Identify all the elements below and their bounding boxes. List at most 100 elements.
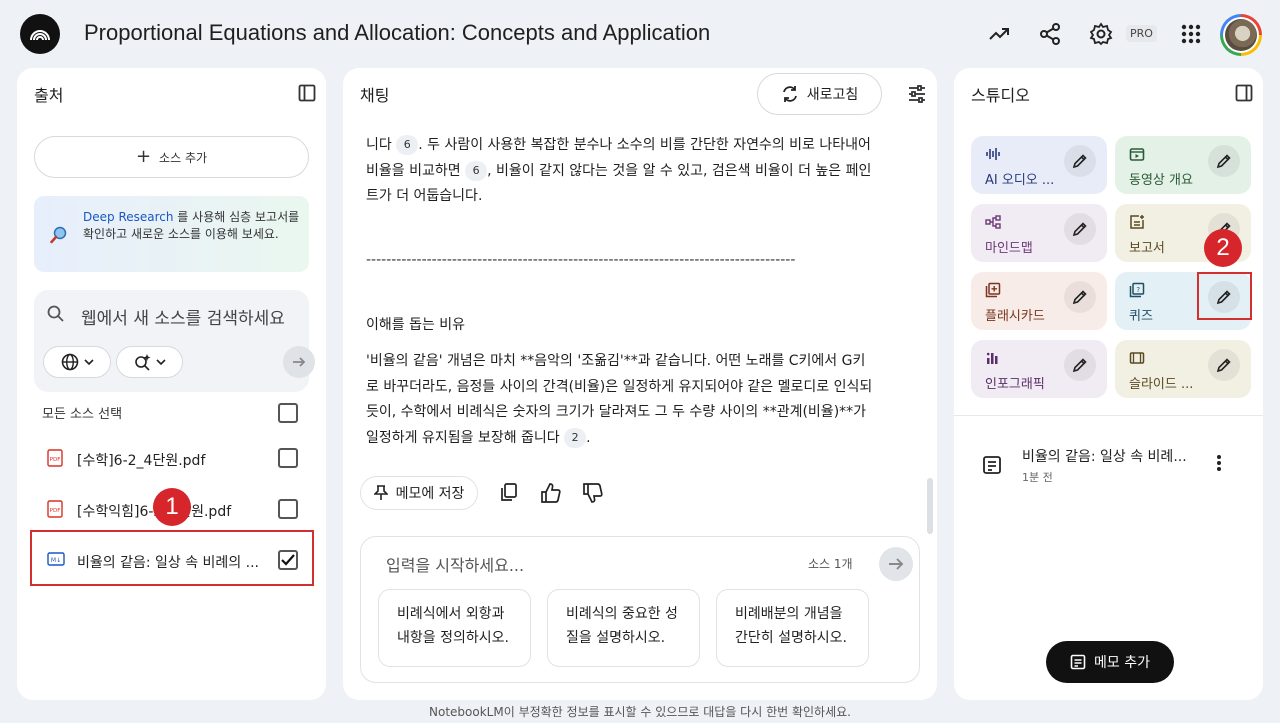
edit-pencil-icon[interactable]: [1208, 349, 1240, 381]
studio-tile-label: AI 오디오 ...: [985, 173, 1055, 188]
svg-text:PDF: PDF: [50, 508, 61, 514]
svg-text:?: ?: [1136, 286, 1140, 294]
add-memo-button[interactable]: 메모 추가: [1046, 641, 1174, 683]
copy-icon[interactable]: [499, 482, 519, 502]
sparkle-search-icon: [135, 354, 151, 371]
studio-tile-label: 슬라이드 ...: [1129, 377, 1194, 392]
account-avatar[interactable]: [1220, 14, 1262, 56]
chat-input-area: 입력을 시작하세요... 소스 1개 비례식에서 외항과 내항을 정의하시오. …: [360, 536, 920, 683]
sources-panel-title: 출처: [34, 86, 64, 105]
notebook-title[interactable]: Proportional Equations and Allocation: C…: [84, 20, 710, 46]
studio-tile-video[interactable]: 동영상 개요: [1115, 136, 1251, 194]
arrow-right-icon: [293, 357, 306, 367]
add-source-label: 소스 추가: [159, 150, 208, 165]
edit-pencil-icon[interactable]: [1064, 349, 1096, 381]
studio-panel-title: 스튜디오: [971, 86, 1030, 105]
send-button[interactable]: [879, 547, 913, 581]
note-add-icon: [1070, 654, 1086, 670]
chat-input[interactable]: 입력을 시작하세요...: [386, 552, 524, 576]
studio-tile-mindmap[interactable]: 마인드맵: [971, 204, 1107, 262]
studio-tile-label: 동영상 개요: [1129, 173, 1193, 188]
plus-icon: +: [135, 146, 152, 167]
tune-settings-icon[interactable]: [907, 84, 927, 104]
pdf-file-icon: PDF: [47, 500, 63, 518]
note-icon: [983, 456, 1001, 474]
more-options-icon[interactable]: [1216, 454, 1222, 472]
citation-chip[interactable]: 6: [465, 160, 488, 181]
suggested-question[interactable]: 비례배분의 개념을 간단히 설명하시오.: [716, 589, 869, 667]
report-icon: [1129, 214, 1145, 234]
studio-tile-audio-waveform[interactable]: AI 오디오 ...: [971, 136, 1107, 194]
quiz-icon: ?: [1129, 282, 1145, 302]
pdf-file-icon: PDF: [47, 449, 63, 467]
web-source-dropdown[interactable]: [43, 346, 111, 378]
studio-tile-label: 보고서: [1129, 241, 1165, 256]
sources-panel: 출처 + 소스 추가 Deep Research 를 사용해 심층 보고서를 확…: [17, 68, 326, 700]
disclaimer-footer: NotebookLM이 부정확한 정보를 표시할 수 있으므로 대답을 다시 한…: [429, 705, 851, 719]
share-icon[interactable]: [1036, 20, 1064, 48]
search-submit-button[interactable]: [283, 346, 315, 378]
app-header: Proportional Equations and Allocation: C…: [0, 0, 1280, 68]
saved-note-item[interactable]: 비율의 같음: 일상 속 비례... 1분 전: [976, 438, 1246, 488]
edit-pencil-icon[interactable]: [1064, 213, 1096, 245]
video-icon: [1129, 146, 1145, 166]
chat-response-paragraph: '비율의 같음' 개념은 마치 **음악의 '조옮김'**과 같습니다. 어떤 …: [366, 353, 873, 448]
refresh-button[interactable]: 새로고침: [757, 73, 882, 115]
source-item[interactable]: PDF [수학]6-2_4단원.pdf: [17, 438, 326, 478]
edit-pencil-icon[interactable]: [1064, 145, 1096, 177]
apps-grid-icon[interactable]: [1177, 20, 1205, 48]
source-checkbox[interactable]: [278, 448, 298, 468]
globe-icon: [61, 353, 78, 371]
pro-badge: PRO: [1126, 25, 1157, 42]
deep-research-banner[interactable]: Deep Research 를 사용해 심층 보고서를 확인하고 새로운 소스를…: [34, 196, 309, 272]
audio-waveform-icon: [985, 146, 1001, 166]
separator-line: ----------------------------------------…: [366, 252, 796, 268]
citation-chip[interactable]: 6: [396, 135, 419, 155]
edit-pencil-icon[interactable]: [1208, 145, 1240, 177]
citation-chip[interactable]: 2: [564, 427, 587, 448]
search-icon: [47, 305, 64, 322]
search-input[interactable]: 웹에서 새 소스를 검색하세요: [81, 304, 285, 329]
slides-icon: [1129, 350, 1145, 370]
chat-panel: 채팅 새로고침 니다 6. 두 사람이 사용한 복잡한 분수나 소수의 비를 간…: [343, 68, 937, 700]
mindmap-icon: [985, 214, 1001, 234]
select-all-checkbox[interactable]: [278, 403, 298, 423]
add-source-button[interactable]: + 소스 추가: [34, 136, 309, 178]
studio-tile-label: 마인드맵: [985, 241, 1033, 256]
collapse-panel-icon[interactable]: [298, 84, 316, 102]
refresh-label: 새로고침: [806, 87, 859, 103]
source-label: [수학]6-2_4단원.pdf: [77, 453, 206, 469]
thumbs-down-icon[interactable]: [582, 482, 604, 504]
save-to-memo-button[interactable]: 메모에 저장: [360, 476, 478, 510]
studio-tile-slides[interactable]: 슬라이드 ...: [1115, 340, 1251, 398]
settings-icon[interactable]: [1087, 20, 1115, 48]
suggested-question[interactable]: 비례식의 중요한 성질을 설명하시오.: [547, 589, 700, 667]
research-mode-dropdown[interactable]: [116, 346, 183, 378]
magnifier-research-icon: [50, 226, 67, 244]
chat-scrollbar[interactable]: [927, 478, 933, 534]
note-title: 비율의 같음: 일상 속 비례...: [1022, 449, 1187, 465]
arrow-right-icon: [889, 558, 904, 570]
chevron-down-icon: [156, 359, 166, 366]
infographic-icon: [985, 350, 1001, 370]
highlight-box-quiz-edit: [1197, 272, 1252, 320]
collapse-panel-icon[interactable]: [1235, 84, 1253, 102]
studio-tile-flashcard[interactable]: 플래시카드: [971, 272, 1107, 330]
suggested-question[interactable]: 비례식에서 외항과 내항을 정의하시오.: [378, 589, 531, 667]
studio-tile-infographic[interactable]: 인포그래픽: [971, 340, 1107, 398]
chat-panel-title: 채팅: [360, 86, 390, 105]
deep-research-link[interactable]: Deep Research: [83, 210, 173, 224]
chat-response-paragraph: 니다 6. 두 사람이 사용한 복잡한 분수나 소수의 비를 간단한 자연수의 …: [366, 135, 872, 204]
svg-text:PDF: PDF: [50, 457, 61, 463]
notebooklm-logo-icon[interactable]: [20, 14, 60, 54]
analytics-icon[interactable]: [985, 20, 1013, 48]
select-all-label: 모든 소스 선택: [42, 407, 123, 422]
source-checkbox[interactable]: [278, 499, 298, 519]
edit-pencil-icon[interactable]: [1064, 281, 1096, 313]
studio-panel: 스튜디오 AI 오디오 ... 동영상 개요 마인드맵 보고서 플래시카드? 퀴즈 인포그래…: [954, 68, 1263, 700]
thumbs-up-icon[interactable]: [540, 482, 562, 504]
divider: [954, 415, 1263, 416]
annotation-badge-1: 1: [153, 488, 191, 526]
studio-tile-label: 플래시카드: [985, 309, 1045, 324]
pin-icon: [373, 485, 388, 500]
